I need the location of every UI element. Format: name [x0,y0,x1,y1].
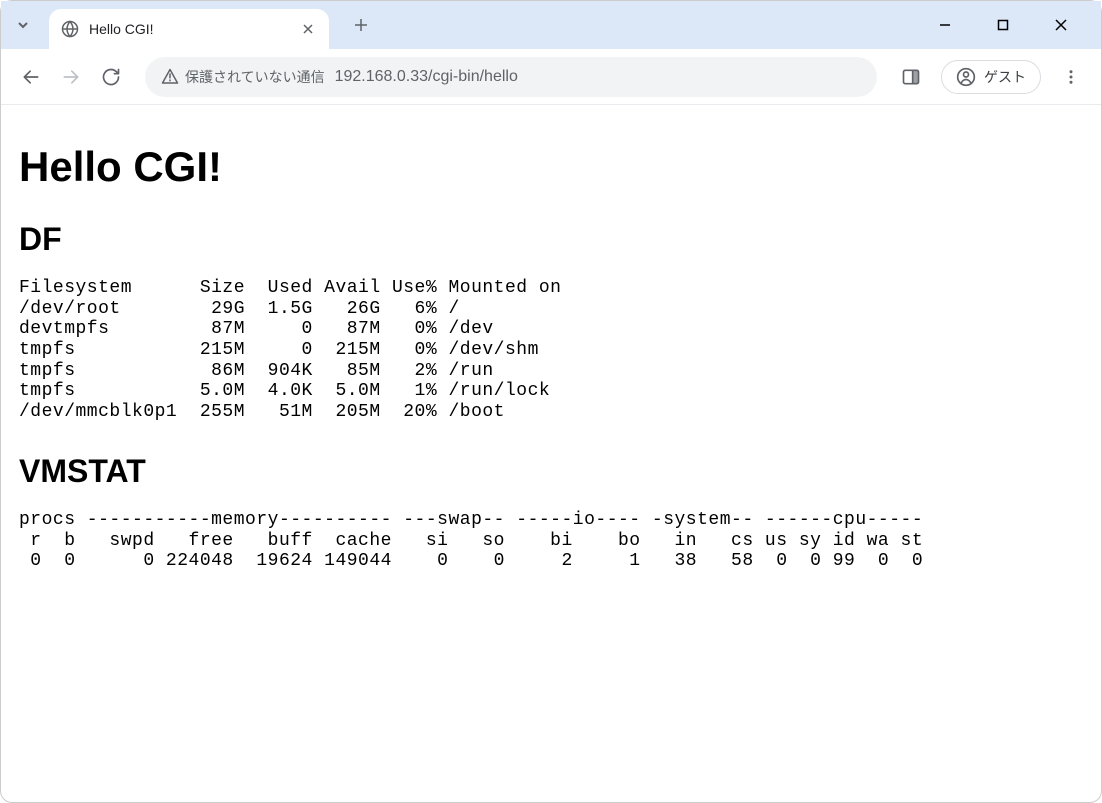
reload-button[interactable] [93,59,129,95]
minimize-button[interactable] [925,9,965,41]
browser-titlebar: Hello CGI! [1,1,1101,49]
maximize-icon [997,19,1009,31]
menu-button[interactable] [1053,59,1089,95]
df-heading: DF [19,221,1083,258]
browser-tab[interactable]: Hello CGI! [49,9,329,49]
side-panel-button[interactable] [893,59,929,95]
close-icon [302,23,314,35]
back-button[interactable] [13,59,49,95]
minimize-icon [939,19,951,31]
globe-icon [61,20,79,38]
security-text: 保護されていない通信 [185,67,325,87]
new-tab-button[interactable] [347,11,375,39]
panel-icon [901,67,921,87]
vmstat-output: procs -----------memory---------- ---swa… [19,510,1083,572]
arrow-right-icon [61,67,81,87]
tab-title: Hello CGI! [89,21,299,37]
kebab-menu-icon [1062,68,1080,86]
warning-icon [161,68,179,86]
address-bar[interactable]: 保護されていない通信 192.168.0.33/cgi-bin/hello [145,57,877,97]
guest-label: ゲスト [984,67,1026,87]
df-output: Filesystem Size Used Avail Use% Mounted … [19,278,1083,423]
maximize-button[interactable] [983,9,1023,41]
profile-button[interactable]: ゲスト [941,60,1041,94]
url-text: 192.168.0.33/cgi-bin/hello [335,68,518,86]
arrow-left-icon [21,67,41,87]
plus-icon [354,18,368,32]
browser-toolbar: 保護されていない通信 192.168.0.33/cgi-bin/hello ゲス… [1,49,1101,105]
close-window-button[interactable] [1041,9,1081,41]
security-indicator[interactable]: 保護されていない通信 [161,67,325,87]
toolbar-right: ゲスト [893,59,1089,95]
forward-button[interactable] [53,59,89,95]
page-heading: Hello CGI! [19,143,1083,191]
tab-search-dropdown[interactable] [9,11,37,39]
vmstat-heading: VMSTAT [19,453,1083,490]
user-icon [956,67,976,87]
reload-icon [101,67,121,87]
window-controls [925,9,1093,41]
page-content: Hello CGI! DF Filesystem Size Used Avail… [1,105,1101,590]
chevron-down-icon [17,19,29,31]
close-icon [1054,18,1068,32]
close-tab-button[interactable] [299,20,317,38]
